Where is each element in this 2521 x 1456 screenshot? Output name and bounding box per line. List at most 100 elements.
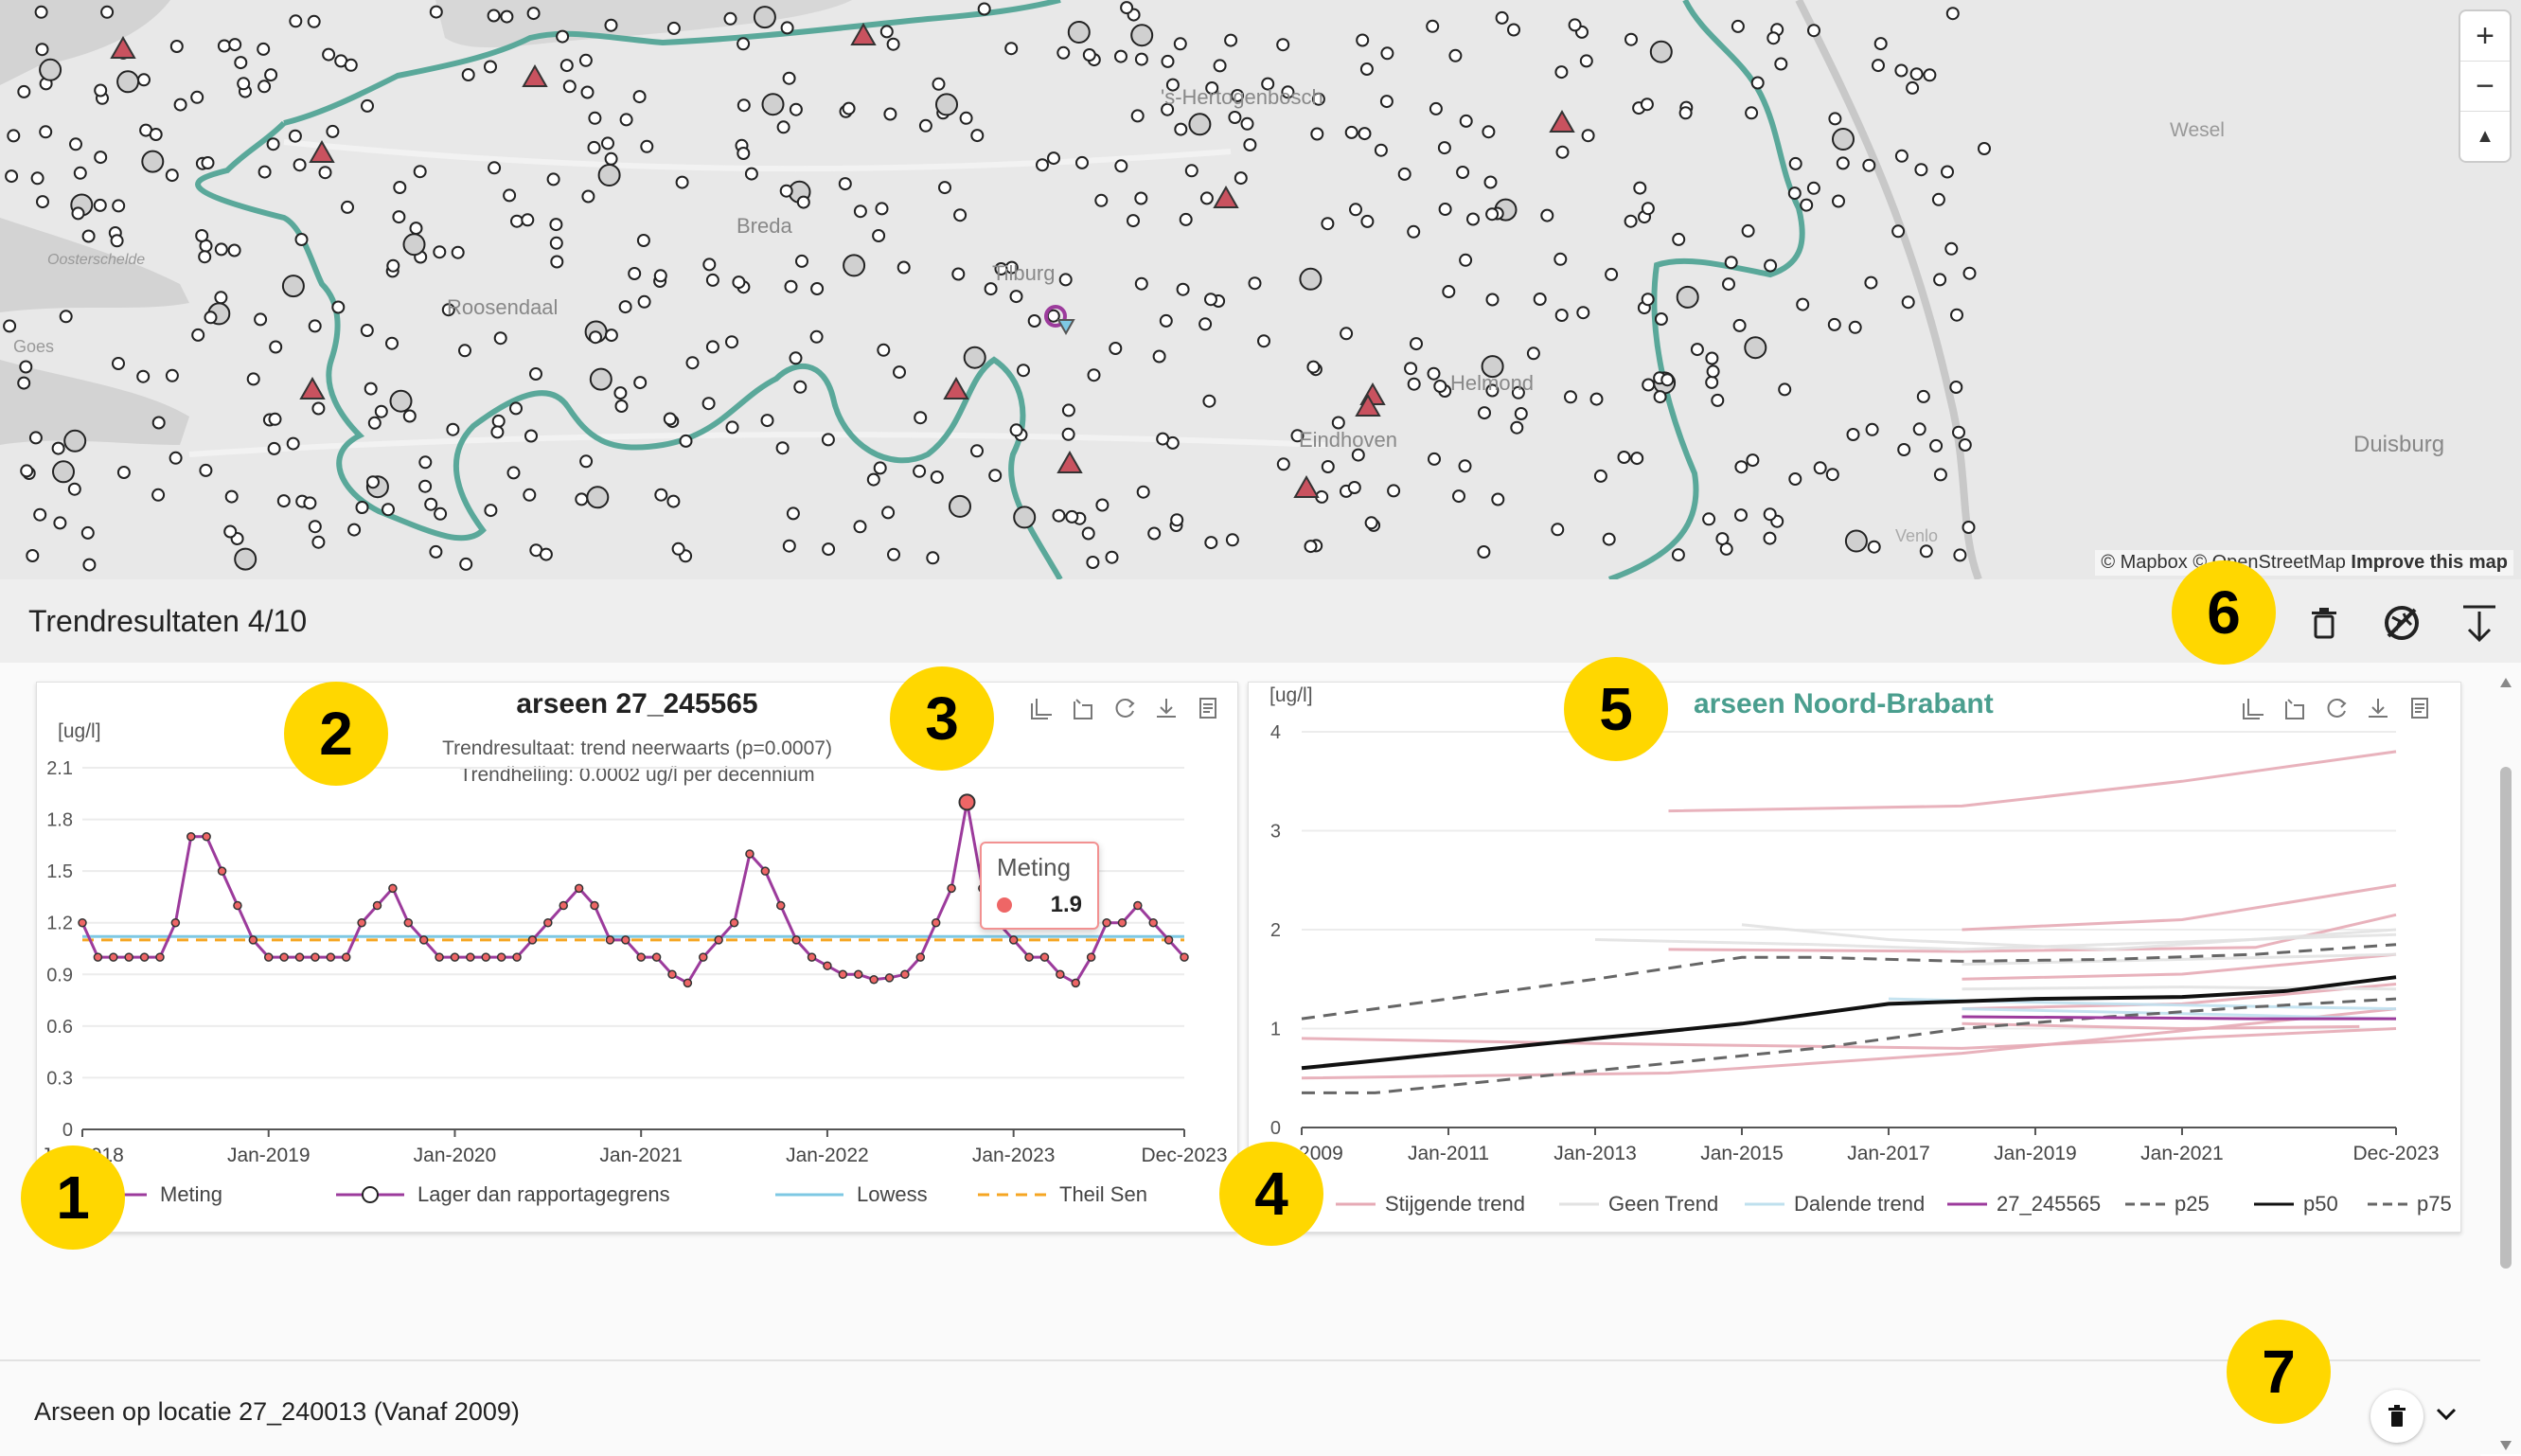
- row-delete-button[interactable]: [2370, 1390, 2423, 1443]
- measurement-location-marker: [737, 37, 751, 51]
- measurement-location-marker: [1912, 422, 1926, 436]
- measurement-location-marker: [33, 507, 47, 522]
- chart2-plot[interactable]: 43210Jan-2009Jan-2011Jan-2013Jan-2015Jan…: [1249, 683, 2460, 1232]
- measurement-location-marker: [1379, 95, 1394, 109]
- measurement-location-marker: [633, 376, 648, 390]
- legend-p25[interactable]: p25: [2123, 1192, 2210, 1216]
- zoom-out-button[interactable]: −: [2460, 62, 2510, 112]
- measurement-location-marker: [1933, 273, 1947, 287]
- hide-map-icon[interactable]: [2379, 600, 2424, 646]
- measurement-location-marker: [887, 547, 900, 561]
- measurement-location-marker: [529, 367, 542, 381]
- legend-location-label: 27_245565: [1997, 1192, 2102, 1216]
- measurement-location-marker: [28, 431, 43, 445]
- legend-theilsen[interactable]: Theil Sen: [974, 1182, 1147, 1207]
- measurement-location-marker: [1437, 141, 1451, 155]
- chart1-plot[interactable]: 2.11.81.51.20.90.60.30Jan-2018Jan-2019Ja…: [37, 683, 1237, 1232]
- measurement-location-marker: [1198, 317, 1213, 331]
- measurement-location-marker: [228, 38, 242, 52]
- measurement-location-marker: [604, 328, 618, 343]
- measurement-location-marker: [1134, 191, 1148, 205]
- measurement-location-marker: [1813, 461, 1827, 475]
- measurement-location-marker: [556, 29, 570, 44]
- scrollbar[interactable]: [2498, 676, 2513, 1452]
- measurement-location-marker: [51, 441, 65, 455]
- measurement-location-marker: [286, 436, 300, 451]
- measurement-location-marker: [938, 181, 951, 195]
- chart1-xtick-label: Jan-2021: [599, 1145, 683, 1166]
- map-controls: + − ▲: [2460, 11, 2510, 161]
- measurement-location-marker: [268, 412, 282, 426]
- legend-meting-label: Meting: [160, 1182, 223, 1206]
- measurement-location-marker: [169, 451, 183, 465]
- measurement-location-marker: [509, 401, 523, 416]
- chart1-meting-point: [357, 917, 366, 928]
- chart1-meting-point: [574, 883, 584, 894]
- measurement-location-marker: [1426, 19, 1440, 33]
- measurement-location-marker: [782, 71, 796, 85]
- measurement-location-marker: [69, 137, 82, 151]
- measurement-location-marker: [491, 414, 506, 428]
- improve-map-link[interactable]: Improve this map: [2351, 552, 2508, 573]
- measurement-location-marker: [1778, 382, 1792, 397]
- trend-result-row[interactable]: Arseen op locatie 27_240013 (Vanaf 2009): [0, 1359, 2480, 1456]
- chart1-meting-point: [699, 952, 708, 962]
- chart1-meting-point: [900, 969, 910, 980]
- chart2-xtick-label: Jan-2017: [1847, 1143, 1930, 1164]
- measurement-location-marker: [1933, 468, 1947, 482]
- measurement-location-marker: [1702, 512, 1716, 526]
- legend-lager[interactable]: Lager dan rapportagegrens: [332, 1182, 670, 1207]
- trend-warning-marker: [1293, 474, 1320, 498]
- row-expand-button[interactable]: [2427, 1395, 2465, 1433]
- measurement-location-marker: [953, 208, 968, 222]
- measurement-location-marker: [589, 367, 612, 391]
- legend-p50[interactable]: p50: [2252, 1192, 2338, 1216]
- measurement-location-marker: [1442, 285, 1456, 298]
- measurement-location-marker: [326, 124, 340, 138]
- measurement-location-marker: [760, 414, 774, 428]
- measurement-location-marker: [601, 136, 614, 151]
- compass-button[interactable]: ▲: [2460, 112, 2510, 161]
- measurement-location-marker: [1732, 318, 1747, 332]
- legend-stijgend[interactable]: Stijgende trend: [1334, 1192, 1525, 1216]
- measurement-location-marker: [1827, 317, 1841, 331]
- zoom-in-button[interactable]: +: [2460, 11, 2510, 62]
- legend-lowess-label: Lowess: [857, 1182, 928, 1206]
- chart1-xtick-label: Jan-2019: [227, 1145, 311, 1166]
- measurement-location-marker: [386, 258, 400, 273]
- map-label: Oosterschelde: [47, 252, 146, 268]
- measurement-location-marker: [1156, 432, 1170, 446]
- measurement-location-marker: [1630, 452, 1644, 466]
- chart1-meting-point: [496, 952, 506, 962]
- measurement-location-marker: [1916, 389, 1930, 403]
- chart1-meting-point: [450, 952, 460, 962]
- measurement-location-marker: [988, 469, 1003, 483]
- measurement-location-marker: [586, 486, 610, 509]
- measurement-location-marker: [500, 9, 514, 24]
- measurement-location-marker: [581, 189, 595, 204]
- map-view[interactable]: Tilburg Breda Roosendaal Eindhoven Helmo…: [0, 0, 2521, 579]
- measurement-location-marker: [789, 102, 803, 116]
- measurement-location-marker: [1130, 24, 1154, 47]
- measurement-location-marker: [3, 319, 17, 333]
- legend-dalend[interactable]: Dalende trend: [1743, 1192, 1925, 1216]
- measurement-location-marker: [307, 14, 321, 28]
- measurement-location-marker: [821, 433, 835, 447]
- chart-card-location: arseen 27_245565 Trendresultaat: trend n…: [36, 682, 1238, 1233]
- annotation-badge-1: 1: [21, 1145, 125, 1250]
- collapse-icon[interactable]: [2457, 600, 2502, 646]
- legend-location[interactable]: 27_245565: [1945, 1192, 2101, 1216]
- delete-icon[interactable]: [2301, 600, 2347, 646]
- measurement-location-marker: [94, 151, 108, 165]
- measurement-location-marker: [671, 542, 685, 556]
- measurement-location-marker: [1173, 37, 1187, 51]
- measurement-location-marker: [1452, 489, 1465, 504]
- measurement-location-marker: [685, 356, 700, 370]
- measurement-location-marker: [1027, 314, 1041, 328]
- measurement-location-marker: [1179, 212, 1193, 226]
- legend-p75[interactable]: p75: [2366, 1192, 2452, 1216]
- measurement-location-marker: [1052, 508, 1066, 523]
- measurement-location-marker: [1248, 276, 1262, 291]
- legend-lowess[interactable]: Lowess: [772, 1182, 928, 1207]
- legend-geentrend[interactable]: Geen Trend: [1557, 1192, 1718, 1216]
